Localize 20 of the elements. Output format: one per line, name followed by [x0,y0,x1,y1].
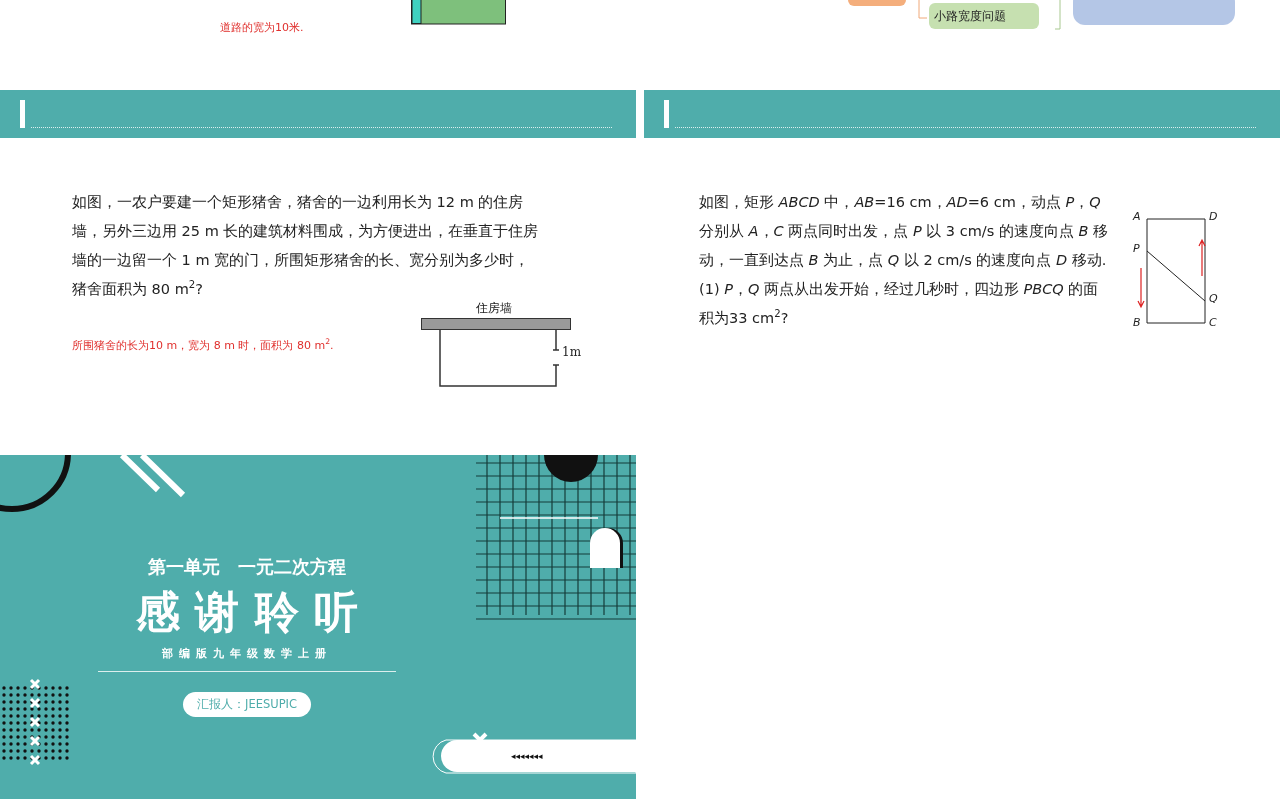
point-label: P [1133,243,1140,255]
question-text: (1) P，Q 两点从出发开始，经过几秒时，四边形 PBCQ 的面积为33 cm$^{2}$? [699,280,1100,328]
presenter-pill: 汇报人：JEESUPIC [183,692,311,717]
question-text: 如图，一农户要建一个矩形猪舍，猪舍的一边利用长为 12 m 的住房墙，另外三边用 25 m 长的建筑材料围成，为方便进出，在垂直于住房墙的一边留一个 1 m 宽的门，所围矩形猪舍的长、宽分别为多少时，猪舍面积为 80 m$^{2}$? [72,193,540,299]
answer-text: 道路的宽为10米. [220,20,304,35]
point-label: D [1209,211,1218,223]
subtitle-text: 部编版九年级数学上册 [161,646,333,661]
slide-thumbnail[interactable]: ◂◂◂◂◂◂◂ 第一单元 一元二次方程 感谢聆听 部编版九年级数学上册 汇报人：JEESUPIC [0,455,636,799]
unit-title: 第一单元 一元二次方程 [148,555,346,579]
point-label: A [1133,211,1141,223]
mindmap-node: 小路宽度问题 [929,3,1039,29]
thanks-title: 感谢聆听 [135,585,374,639]
point-label: B [1133,317,1141,329]
arrows-text: ◂◂◂◂◂◂◂ [511,751,543,761]
point-label: Q [1209,293,1218,305]
point-label: C [1209,317,1217,329]
question-text: 如图，矩形 ABCD 中，AB=16 cm，AD=6 cm，动点 P，Q 分别从 A，C 两点同时出发，点 P 以 3 cm/s 的速度向点 B 移动，一直到达点 B 为止，点 Q 以 2 cm/s 的速度向点 D 移动. [699,193,1109,270]
wall-label: 住房墙 [476,301,512,315]
answer-text: 所围猪舍的长为10 m，宽为 8 m 时，面积为 80 m$^{2}$. [72,338,334,353]
gap-label: 1m [562,345,581,359]
